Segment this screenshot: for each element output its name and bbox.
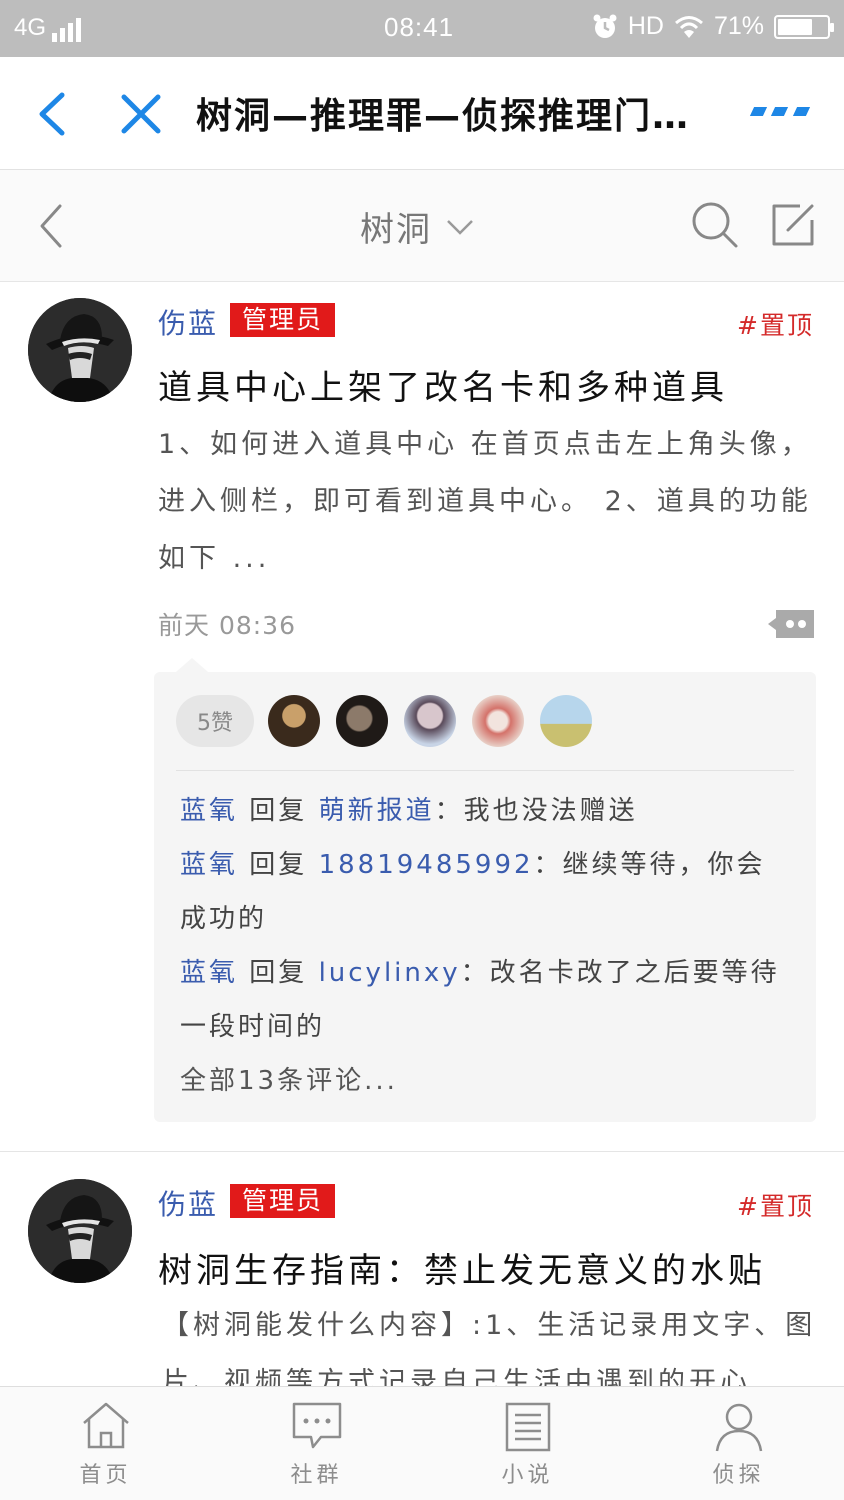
section-selector[interactable]: 树洞 <box>360 202 474 251</box>
post-card[interactable]: 伤蓝 管理员 #置顶 道具中心上架了改名卡和多种道具 1、如何进入道具中心 在首… <box>0 282 844 1150</box>
post-excerpt[interactable]: 1、如何进入道具中心 在首页点击左上角头像，进入侧栏，即可看到道具中心。 2、道… <box>158 416 818 587</box>
liker-avatar[interactable] <box>404 695 456 747</box>
chat-icon <box>292 1402 341 1449</box>
liker-avatar[interactable] <box>336 695 388 747</box>
admin-badge: 管理员 <box>230 303 336 337</box>
status-icons: HD 71% <box>592 12 834 41</box>
back-arrow-icon[interactable] <box>32 91 72 137</box>
all-comments-link[interactable]: 全部13条评论... <box>180 1054 790 1108</box>
comment-item[interactable]: 蓝氧 回复 萌新报道：我也没法赠送 <box>180 784 790 838</box>
network-type: 4G <box>14 14 47 41</box>
author-name[interactable]: 伤蓝 <box>158 1183 218 1223</box>
tab-label: 小说 <box>501 1463 554 1488</box>
battery-fill <box>778 18 813 35</box>
tab-community[interactable]: 社群 <box>211 1387 422 1500</box>
bottom-tab-bar: 首页 社群 小说 侦探 <box>0 1386 844 1500</box>
avatar[interactable] <box>28 1179 132 1283</box>
post-excerpt[interactable]: 【树洞能发什么内容】:1、生活记录用文字、图片、视频等方式记录自己生活中遇到的开… <box>162 1297 822 1386</box>
book-icon <box>505 1402 550 1452</box>
page-title: 树洞—推理罪—侦探推理门… <box>196 96 691 137</box>
liker-avatar[interactable] <box>540 695 592 747</box>
close-icon[interactable] <box>118 91 164 137</box>
post-title[interactable]: 树洞生存指南：禁止发无意义的水贴 <box>158 1243 766 1292</box>
chevron-down-icon <box>447 219 473 235</box>
app-header: 树洞 <box>0 170 844 282</box>
pinned-tag: #置顶 <box>737 1192 814 1221</box>
commenter-name[interactable]: 蓝氧 <box>180 850 238 880</box>
likes-row: 5赞 <box>176 694 794 748</box>
section-title: 树洞 <box>360 210 432 250</box>
battery-icon <box>774 14 834 39</box>
admin-badge: 管理员 <box>230 1184 336 1218</box>
like-count[interactable]: 5赞 <box>176 695 254 747</box>
post-title[interactable]: 道具中心上架了改名卡和多种道具 <box>158 360 728 409</box>
interaction-panel: 5赞 蓝氧 回复 萌新报道：我也没法赠送 蓝氧 回复 18819485992：继… <box>154 658 816 1122</box>
search-icon[interactable] <box>690 200 740 250</box>
hd-indicator: HD <box>627 12 664 40</box>
browser-bar: 树洞—推理罪—侦探推理门… <box>0 57 844 170</box>
reply-target[interactable]: 18819485992 <box>319 850 534 880</box>
more-icon[interactable] <box>749 107 811 121</box>
reply-target[interactable]: 萌新报道 <box>319 796 435 826</box>
battery-percent: 71% <box>713 12 764 40</box>
comment-item[interactable]: 蓝氧 回复 lucylinxy：改名卡改了之后要等待一段时间的 <box>180 946 790 1054</box>
post-time: 前天 08:36 <box>158 611 296 640</box>
author-name[interactable]: 伤蓝 <box>158 302 218 342</box>
post-divider <box>0 1151 844 1152</box>
signal-icon <box>52 18 82 42</box>
clock: 08:41 <box>384 12 455 42</box>
comment-list: 蓝氧 回复 萌新报道：我也没法赠送 蓝氧 回复 18819485992：继续等待… <box>180 784 790 1108</box>
tab-label: 首页 <box>79 1463 132 1488</box>
tab-label: 侦探 <box>712 1463 765 1488</box>
detective-avatar-image <box>28 298 132 402</box>
comment-item[interactable]: 蓝氧 回复 18819485992：继续等待，你会成功的 <box>180 838 790 946</box>
home-icon <box>82 1402 129 1449</box>
alarm-icon <box>593 14 617 38</box>
comment-icon[interactable] <box>766 608 816 640</box>
wifi-icon <box>674 15 703 38</box>
network-indicator: 4G <box>14 14 82 42</box>
chevron-left-icon[interactable] <box>36 202 66 250</box>
commenter-name[interactable]: 蓝氧 <box>180 958 238 988</box>
tab-novel[interactable]: 小说 <box>422 1387 633 1500</box>
tab-label: 社群 <box>290 1463 343 1488</box>
liker-avatar[interactable] <box>472 695 524 747</box>
status-bar: 4G 08:41 HD 71% <box>0 0 844 57</box>
detective-avatar-image <box>28 1179 132 1283</box>
commenter-name[interactable]: 蓝氧 <box>180 796 238 826</box>
avatar[interactable] <box>28 298 132 402</box>
reply-target[interactable]: lucylinxy <box>319 958 461 988</box>
post-card[interactable]: 伤蓝 管理员 #置顶 树洞生存指南：禁止发无意义的水贴 【树洞能发什么内容】:1… <box>0 1163 844 1386</box>
person-icon <box>715 1403 762 1452</box>
edit-icon[interactable] <box>770 200 816 248</box>
tab-home[interactable]: 首页 <box>0 1387 211 1500</box>
liker-avatar[interactable] <box>268 695 320 747</box>
pinned-tag: #置顶 <box>737 311 814 340</box>
tab-detective[interactable]: 侦探 <box>633 1387 844 1500</box>
